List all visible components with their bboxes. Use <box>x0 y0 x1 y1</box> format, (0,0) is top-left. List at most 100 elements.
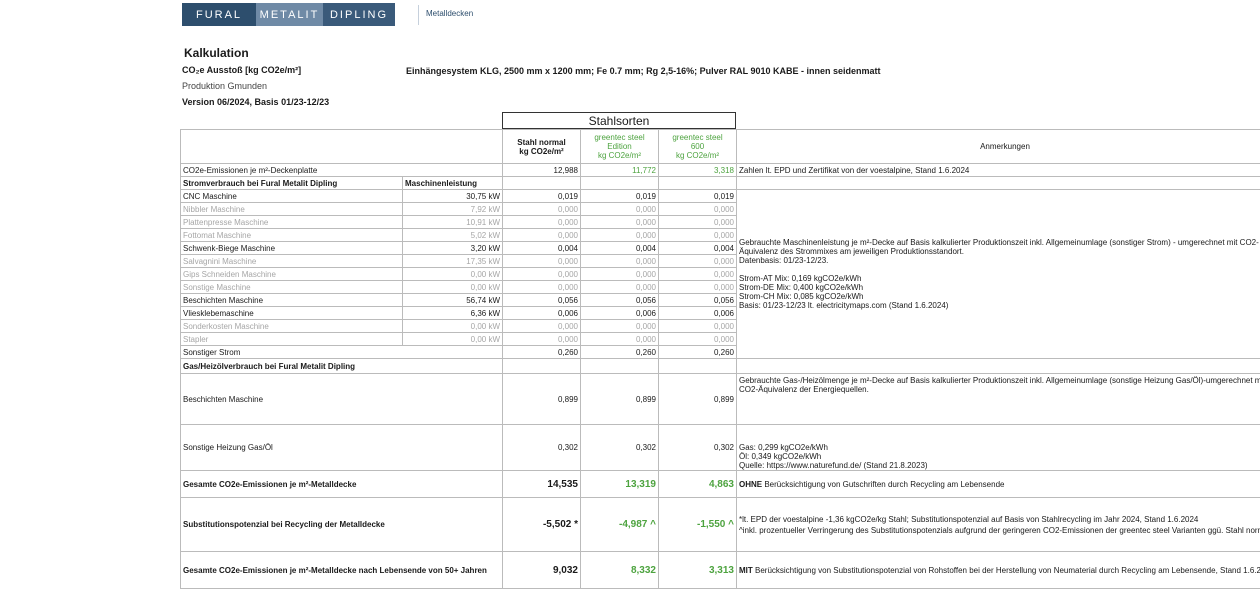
row-note: *lt. EPD der voestalpine -1,36 kgCO2e/kg… <box>736 497 1260 552</box>
machine-name: Vliesklebemaschine <box>180 306 403 320</box>
production-line: Produktion Gmunden <box>182 81 268 91</box>
gesamt-lebensende-row: Gesamte CO2e-Emissionen je m²-Metalldeck… <box>180 551 1260 589</box>
machine-value: 0,006 <box>502 306 581 320</box>
row-label: Beschichten Maschine <box>180 373 503 425</box>
header-subtitle: Metalldecken <box>426 9 474 18</box>
col-head-anmerkungen: Anmerkungen <box>736 129 1260 164</box>
machine-power: 0,00 kW <box>402 280 503 294</box>
row-note: MIT Berücksichtigung von Substitutionspo… <box>736 551 1260 589</box>
machine-name: Stapler <box>180 332 403 346</box>
machine-value: 0,260 <box>658 345 737 359</box>
empty-cell <box>736 176 1260 190</box>
gas-row: Sonstige Heizung Gas/Öl 0,302 0,302 0,30… <box>180 424 1260 471</box>
machine-power: 3,20 kW <box>402 241 503 255</box>
value-greentec-600: 3,313 <box>658 551 737 589</box>
machine-value: 0,004 <box>658 241 737 255</box>
page-title: Kalkulation <box>184 46 249 60</box>
row-label: Substitutionspotenzial bei Recycling der… <box>180 497 503 552</box>
machine-value: 0,000 <box>580 202 659 216</box>
value-stahl-normal: 0,899 <box>502 373 581 425</box>
machine-name: Gips Schneiden Maschine <box>180 267 403 281</box>
machine-value: 0,056 <box>580 293 659 307</box>
value-stahl-normal: 9,032 <box>502 551 581 589</box>
calculation-table: Stahl normal kg CO2e/m² greentec steel E… <box>180 129 1260 589</box>
empty-cell <box>580 358 659 374</box>
row-note: Zahlen lt. EPD und Zertifikat von der vo… <box>736 163 1260 177</box>
section-title: Stromverbrauch bei Fural Metalit Dipling <box>180 176 403 190</box>
value-greentec-600: 0,302 <box>658 424 737 471</box>
machine-value: 0,000 <box>658 202 737 216</box>
col-head-greentec-edition: greentec steel Edition kg CO2e/m² <box>580 129 659 164</box>
note-emphasis: MIT <box>739 565 753 575</box>
note-text: Berücksichtigung von Gutschriften durch … <box>762 479 1005 489</box>
machine-value: 0,000 <box>658 228 737 242</box>
machine-value: 0,000 <box>502 202 581 216</box>
machine-value: 0,000 <box>658 332 737 346</box>
machine-name: Nibbler Maschine <box>180 202 403 216</box>
machine-value: 0,000 <box>502 254 581 268</box>
machine-value: 0,000 <box>502 280 581 294</box>
note-emphasis: OHNE <box>739 479 763 489</box>
machine-value: 0,004 <box>502 241 581 255</box>
row-note: OHNE Berücksichtigung von Gutschriften d… <box>736 470 1260 498</box>
machine-power: 10,91 kW <box>402 215 503 229</box>
machine-value: 0,006 <box>658 306 737 320</box>
empty-cell <box>502 358 581 374</box>
machine-power: 0,00 kW <box>402 267 503 281</box>
machine-name: Salvagnini Maschine <box>180 254 403 268</box>
col-head-greentec-600: greentec steel 600 kg CO2e/m² <box>658 129 737 164</box>
unit-line: CO₂e Ausstoß [kg CO2e/m²] <box>182 65 302 75</box>
col-head-stahl-normal: Stahl normal kg CO2e/m² <box>502 129 581 164</box>
note-text: Berücksichtigung von Substitutionspotenz… <box>752 565 1260 575</box>
machine-value: 0,000 <box>658 267 737 281</box>
company-logo: FURAL METALIT DIPLING <box>182 3 395 26</box>
empty-cell <box>736 358 1260 374</box>
row-note: Gebrauchte Gas-/Heizölmenge je m²-Decke … <box>736 373 1260 425</box>
row-label: Sonstige Heizung Gas/Öl <box>180 424 503 471</box>
value-greentec-600: 3,318 <box>658 163 737 177</box>
machine-value: 0,000 <box>502 332 581 346</box>
empty-cell <box>502 176 581 190</box>
value-greentec-edition: 0,899 <box>580 373 659 425</box>
machine-power: 0,00 kW <box>402 332 503 346</box>
machine-power: 0,00 kW <box>402 319 503 333</box>
co2-row: CO2e-Emissionen je m²-Deckenplatte 12,98… <box>180 163 1260 177</box>
value-stahl-normal: 0,302 <box>502 424 581 471</box>
row-label: CO2e-Emissionen je m²-Deckenplatte <box>180 163 503 177</box>
value-greentec-edition: 8,332 <box>580 551 659 589</box>
machine-value: 0,000 <box>658 280 737 294</box>
version-line: Version 06/2024, Basis 01/23-12/23 <box>182 97 330 107</box>
machine-value: 0,000 <box>580 228 659 242</box>
machine-name: CNC Maschine <box>180 189 403 203</box>
value-greentec-600: 4,863 <box>658 470 737 498</box>
machine-value: 0,000 <box>580 215 659 229</box>
machine-value: 0,000 <box>658 319 737 333</box>
header-empty-cell <box>180 129 503 164</box>
stahlsorten-header: Stahlsorten <box>502 112 736 129</box>
machine-value: 0,000 <box>658 215 737 229</box>
machine-name: Fottomat Maschine <box>180 228 403 242</box>
machine-name: Sonstige Maschine <box>180 280 403 294</box>
value-greentec-edition: 0,302 <box>580 424 659 471</box>
machine-value: 0,260 <box>502 345 581 359</box>
strom-section-header: Stromverbrauch bei Fural Metalit Dipling… <box>180 176 1260 190</box>
machine-value: 0,056 <box>658 293 737 307</box>
machine-power: 30,75 kW <box>402 189 503 203</box>
machine-value: 0,000 <box>580 254 659 268</box>
gas-row: Beschichten Maschine 0,899 0,899 0,899 G… <box>180 373 1260 425</box>
gas-section-header: Gas/Heizölverbrauch bei Fural Metalit Di… <box>180 358 1260 374</box>
machine-power: 7,92 kW <box>402 202 503 216</box>
machine-value: 0,000 <box>658 254 737 268</box>
value-greentec-edition: 13,319 <box>580 470 659 498</box>
machine-name: Sonderkosten Maschine <box>180 319 403 333</box>
system-description: Einhängesystem KLG, 2500 mm x 1200 mm; F… <box>406 66 881 76</box>
section-title: Gas/Heizölverbrauch bei Fural Metalit Di… <box>180 358 503 374</box>
value-greentec-600: 0,899 <box>658 373 737 425</box>
machine-value: 0,056 <box>502 293 581 307</box>
strom-note: Gebrauchte Maschinenleistung je m²-Decke… <box>736 189 1260 359</box>
header-divider <box>418 5 419 25</box>
row-label: Sonstiger Strom <box>180 345 503 359</box>
machine-value: 0,000 <box>502 228 581 242</box>
machine-name: Beschichten Maschine <box>180 293 403 307</box>
section-subtitle: Maschinenleistung <box>402 176 503 190</box>
